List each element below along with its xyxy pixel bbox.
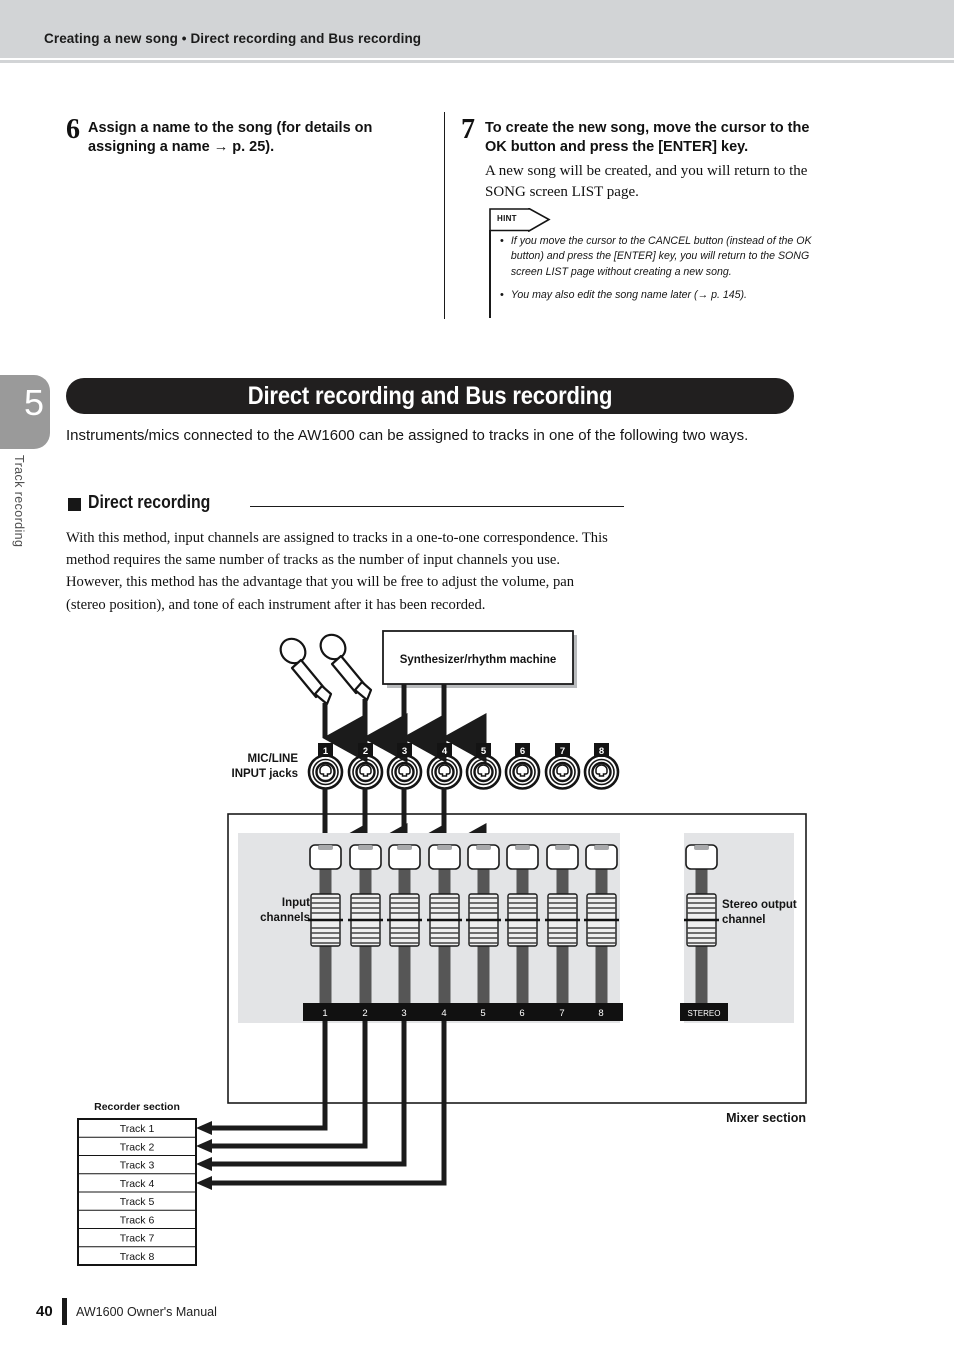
fader-handle bbox=[387, 893, 422, 947]
mixer-section-label: Mixer section bbox=[726, 1111, 806, 1125]
bus-bar bbox=[303, 1003, 623, 1021]
svg-text:Track 7: Track 7 bbox=[120, 1233, 155, 1245]
jacks-label-line2: INPUT jacks bbox=[232, 768, 298, 780]
routing-bus3-track3 bbox=[210, 1021, 407, 1167]
stereo-channel-label-line1: Stereo output bbox=[722, 899, 797, 911]
input-channels-label-line2: channels bbox=[260, 912, 310, 924]
jack-connector bbox=[465, 754, 502, 790]
breadcrumb: Creating a new song • Direct recording a… bbox=[44, 31, 422, 46]
jack-connector bbox=[544, 754, 581, 790]
jack-connector bbox=[426, 754, 463, 790]
svg-text:3: 3 bbox=[401, 1008, 406, 1019]
hint-badge-shape: HINT bbox=[489, 208, 551, 232]
svg-text:6: 6 bbox=[519, 1008, 524, 1019]
jack-connector bbox=[583, 754, 620, 790]
chapter-number: 5 bbox=[23, 382, 45, 423]
page-header-band bbox=[0, 0, 954, 58]
routing-arrowheads bbox=[196, 1121, 212, 1190]
subsection-title: Direct recording bbox=[88, 492, 211, 512]
svg-text:Track 6: Track 6 bbox=[120, 1214, 155, 1226]
hint-label: HINT bbox=[497, 214, 517, 223]
track-list: Track 1 Track 2 Track 3 Track 4 Track 5 … bbox=[77, 1118, 197, 1266]
subsection-body: With this method, input channels are ass… bbox=[66, 530, 608, 613]
signal-flow-diagram: Synthesizer/rhythm machine 1 2 3 4 5 6 7… bbox=[0, 620, 954, 1280]
header-rule bbox=[0, 60, 954, 63]
synth-box-label: Synthesizer/rhythm machine bbox=[400, 654, 557, 666]
step-7-heading: To create the new song, move the cursor … bbox=[485, 120, 810, 156]
step-6-number: 6 bbox=[66, 114, 80, 145]
step-6-heading: Assign a name to the song (for details o… bbox=[88, 120, 373, 156]
svg-text:8: 8 bbox=[598, 1008, 603, 1019]
svg-text:Track 2: Track 2 bbox=[120, 1141, 155, 1153]
jack-connector bbox=[386, 754, 423, 790]
svg-text:Track 3: Track 3 bbox=[120, 1160, 155, 1172]
svg-text:1: 1 bbox=[322, 1008, 327, 1019]
jack-connector bbox=[307, 754, 344, 790]
fader-handle bbox=[584, 893, 619, 947]
fader-handle bbox=[427, 893, 462, 947]
footer-divider-bar bbox=[62, 1298, 67, 1325]
hint-item-text: You may also edit the song name later (→… bbox=[510, 289, 747, 302]
stereo-channel-label-line2: channel bbox=[722, 914, 765, 926]
svg-text:Track 1: Track 1 bbox=[120, 1123, 155, 1135]
fader-handle bbox=[466, 893, 501, 947]
jacks-label-line1: MIC/LINE bbox=[248, 753, 299, 765]
footer-manual-title: AW1600 Owner's Manual bbox=[76, 1305, 217, 1319]
fader-handle bbox=[308, 893, 343, 947]
chapter-vertical-label: Track recording bbox=[12, 455, 26, 548]
fader-handle bbox=[505, 893, 540, 947]
subsection-rule bbox=[250, 506, 624, 508]
hint-rail bbox=[489, 230, 491, 318]
hint-badge: HINT bbox=[489, 208, 829, 232]
recorder-section-label: Recorder section bbox=[94, 1101, 180, 1113]
svg-text:4: 4 bbox=[441, 1008, 446, 1019]
jack-connectors bbox=[307, 754, 620, 790]
input-channels-label-line1: Input bbox=[282, 897, 310, 909]
fader-handle bbox=[545, 893, 580, 947]
section-banner-title: Direct recording and Bus recording bbox=[247, 381, 613, 410]
hint-item-text: If you move the cursor to the CANCEL but… bbox=[510, 235, 812, 278]
fader-handle bbox=[684, 893, 719, 947]
routing-lines bbox=[210, 1021, 447, 1186]
intro-paragraph: Instruments/mics connected to the AW1600… bbox=[66, 427, 749, 444]
column-divider bbox=[444, 112, 445, 319]
hint-list: • If you move the cursor to the CANCEL b… bbox=[500, 234, 825, 311]
svg-text:Track 5: Track 5 bbox=[120, 1196, 155, 1208]
jack-connector bbox=[504, 754, 541, 790]
svg-text:2: 2 bbox=[362, 1008, 367, 1019]
stereo-bus-label: STEREO bbox=[688, 1009, 721, 1018]
jack-connector bbox=[347, 754, 384, 790]
step-7-number: 7 bbox=[461, 114, 475, 145]
hint-item: • You may also edit the song name later … bbox=[500, 288, 825, 303]
svg-text:7: 7 bbox=[559, 1008, 564, 1019]
bullet-icon: • bbox=[500, 289, 504, 302]
footer-page-number: 40 bbox=[36, 1303, 53, 1320]
svg-text:5: 5 bbox=[480, 1008, 485, 1019]
fader-handle bbox=[348, 893, 383, 947]
step-7-body: A new song will be created, and you will… bbox=[485, 163, 808, 201]
bullet-icon: • bbox=[500, 235, 504, 247]
hint-item: • If you move the cursor to the CANCEL b… bbox=[500, 234, 825, 280]
svg-text:Track 8: Track 8 bbox=[120, 1251, 155, 1263]
subsection-square-bullet-icon bbox=[68, 498, 81, 511]
svg-text:Track 4: Track 4 bbox=[120, 1178, 155, 1190]
